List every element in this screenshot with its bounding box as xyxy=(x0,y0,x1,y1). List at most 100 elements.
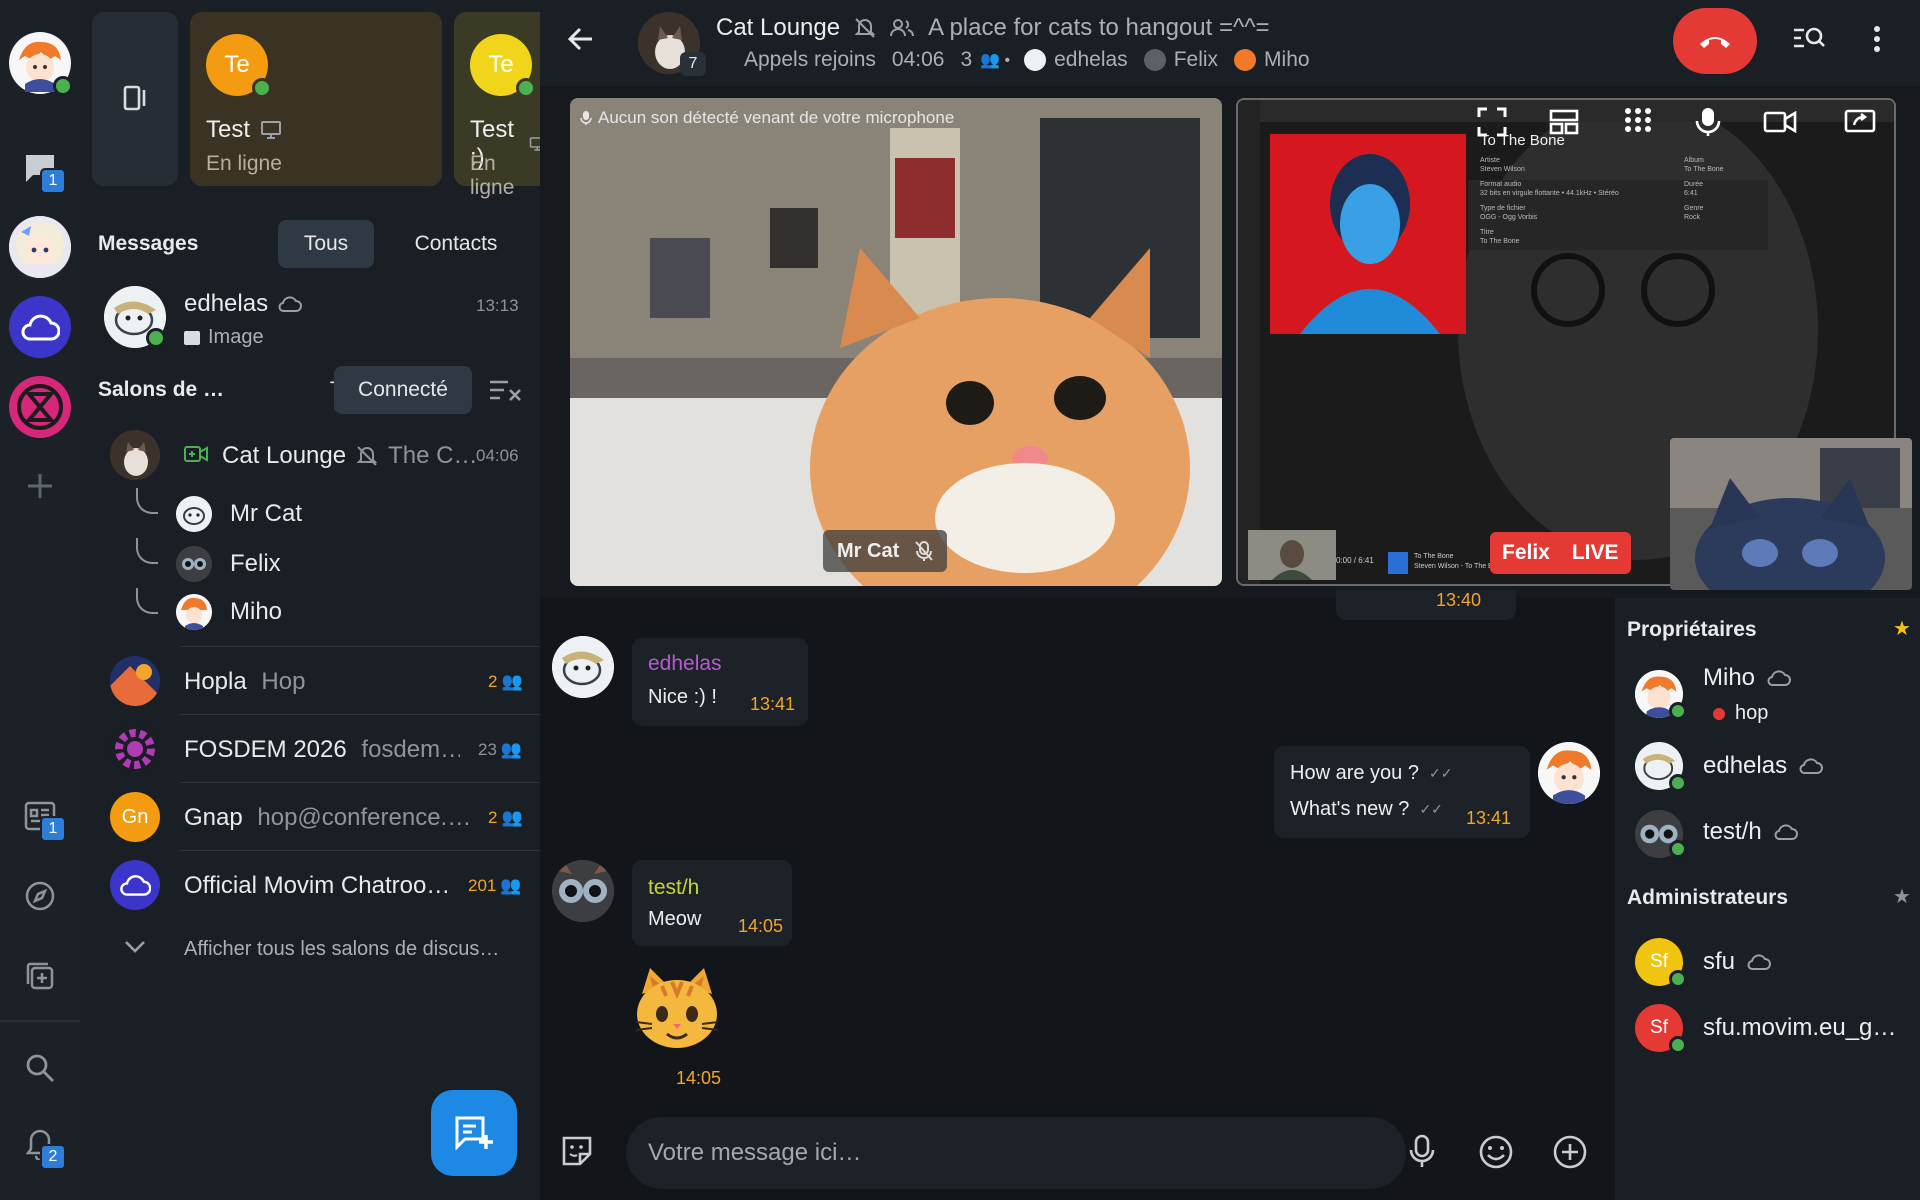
member-name[interactable]: sfu xyxy=(1703,948,1771,976)
call-participant-name[interactable]: Felix xyxy=(1174,48,1218,72)
chat-item-name: edhelas xyxy=(184,290,303,318)
message-bubble[interactable]: test/h Meow 14:05 xyxy=(632,860,792,946)
chats-button[interactable]: 1 xyxy=(18,146,66,194)
call-participant-name[interactable]: edhelas xyxy=(1054,48,1128,72)
dialpad-button[interactable] xyxy=(1616,100,1660,144)
cat-photo-icon xyxy=(110,430,160,480)
cloud-icon xyxy=(1774,824,1798,840)
room-topic: A place for cats to hangout =^^= xyxy=(928,14,1270,41)
messages-filter-contacts[interactable]: Contacts xyxy=(386,220,526,268)
room-item-cat-lounge[interactable]: Cat Lounge The C… 04:06 xyxy=(80,428,540,482)
room-item-fosdem[interactable]: FOSDEM 2026 fosdem… 23 👥 xyxy=(80,722,540,778)
member-name[interactable]: Miho xyxy=(1703,664,1791,692)
live-badge: Felix LIVE xyxy=(1490,532,1631,574)
more-options-button[interactable] xyxy=(1872,24,1882,59)
messages-filter-all[interactable]: Tous xyxy=(278,220,374,268)
publish-button[interactable] xyxy=(18,954,62,998)
room-item-hopla[interactable]: Hopla Hop 2 👥 xyxy=(80,654,540,710)
rooms-filter-toggle[interactable] xyxy=(488,378,522,409)
message-author-avatar[interactable] xyxy=(552,860,614,922)
participant-name[interactable]: Miho xyxy=(230,598,282,626)
message-bubble-own[interactable]: How are you ? ✓✓ What's new ? ✓✓ 13:41 xyxy=(1274,746,1530,838)
online-indicator xyxy=(516,78,536,98)
avatar-initials: Sf xyxy=(1650,1017,1668,1038)
voice-message-button[interactable] xyxy=(1408,1134,1436,1175)
cat-sticker[interactable] xyxy=(632,964,722,1054)
room-name-text: Cat Lounge xyxy=(222,442,347,469)
add-community-button[interactable] xyxy=(18,464,62,508)
screen-share-button[interactable] xyxy=(1838,100,1882,144)
message-text: Nice :) ! xyxy=(648,686,717,708)
call-participant-name[interactable]: Miho xyxy=(1264,48,1310,72)
new-chat-icon xyxy=(455,1116,493,1151)
admins-title: Administrateurs xyxy=(1627,886,1789,909)
contact-card-test[interactable]: Te Test En ligne xyxy=(190,12,442,186)
fullscreen-button[interactable] xyxy=(1470,100,1514,144)
message-time: 14:05 xyxy=(738,916,784,936)
meta-value: To The Bone xyxy=(1480,238,1520,245)
search-in-chat-button[interactable] xyxy=(1792,24,1826,57)
room-name-text: FOSDEM 2026 xyxy=(184,736,347,763)
contact-status: En ligne xyxy=(206,152,282,175)
member-status-text: hop xyxy=(1735,702,1769,724)
sticker-button[interactable] xyxy=(560,1134,594,1173)
news-button[interactable]: 1 xyxy=(18,794,66,842)
gear-icon xyxy=(115,729,155,769)
message-text: What's new ? xyxy=(1290,798,1410,820)
new-conversation-button[interactable] xyxy=(431,1090,517,1176)
participant-thumbnail-cat[interactable] xyxy=(1670,438,1912,590)
notifications-button[interactable]: 2 xyxy=(18,1122,66,1170)
message-input[interactable] xyxy=(648,1117,1348,1189)
search-button[interactable] xyxy=(18,1046,62,1090)
chat-item-edhelas[interactable]: edhelas 13:13 Image xyxy=(80,282,540,356)
hang-up-button[interactable] xyxy=(1673,8,1757,74)
online-indicator xyxy=(1669,970,1687,988)
movim-community[interactable] xyxy=(9,296,71,358)
participant-name[interactable]: Felix xyxy=(230,550,281,578)
message-author[interactable]: edhelas xyxy=(648,652,722,676)
list-search-icon xyxy=(1794,27,1825,48)
meta-label: Genre xyxy=(1684,205,1704,212)
emoji-button[interactable] xyxy=(1478,1134,1514,1175)
room-member-count: 23 👥 xyxy=(478,740,522,760)
show-all-rooms-button[interactable]: Afficher tous les salons de discus… xyxy=(80,928,540,972)
member-name[interactable]: edhelas xyxy=(1703,752,1824,780)
member-name[interactable]: sfu.movim.eu_g… xyxy=(1703,1014,1913,1042)
attach-button[interactable] xyxy=(1552,1134,1588,1175)
user-avatar[interactable] xyxy=(9,32,73,96)
explore-button[interactable] xyxy=(18,874,62,918)
rooms-filter-connected[interactable]: Connecté xyxy=(334,366,472,414)
cloud-icon xyxy=(1747,954,1771,970)
image-icon xyxy=(184,330,200,345)
own-avatar[interactable] xyxy=(1538,742,1600,804)
layout-button[interactable] xyxy=(1542,100,1586,144)
microphone-icon xyxy=(1409,1134,1435,1167)
chat-item-preview: Image xyxy=(184,326,264,349)
participant-avatar xyxy=(1143,49,1166,71)
tree-connector xyxy=(136,538,158,564)
microphone-off-icon xyxy=(915,541,933,561)
presence-toggle-card[interactable] xyxy=(92,12,178,186)
back-button[interactable] xyxy=(566,24,596,59)
camera-button[interactable] xyxy=(1758,100,1802,144)
message-author-avatar[interactable] xyxy=(552,636,614,698)
tree-connector xyxy=(136,588,158,614)
arrow-back-icon xyxy=(567,27,592,51)
video-tile-mr-cat[interactable]: Aucun son détecté venant de votre microp… xyxy=(570,98,1222,586)
player-progress: 0:00 / 6:41 xyxy=(1336,556,1374,565)
extinction-community[interactable] xyxy=(9,376,71,438)
message-author[interactable]: test/h xyxy=(648,876,699,900)
message-bubble[interactable]: edhelas Nice :) ! 13:41 xyxy=(632,638,808,726)
previous-message-bubble: 13:40 xyxy=(1336,590,1516,620)
room-item-gnap[interactable]: Gn Gnap hop@conference.… 2 👥 xyxy=(80,790,540,846)
meta-value: To The Bone xyxy=(1684,166,1724,173)
room-item-movim[interactable]: Official Movim Chatroo… 201 👥 xyxy=(80,858,540,914)
mic-warning: Aucun son détecté venant de votre microp… xyxy=(580,108,954,128)
community-anime-avatar[interactable] xyxy=(9,216,71,278)
participant-name[interactable]: Mr Cat xyxy=(230,500,302,528)
microphone-button[interactable] xyxy=(1686,100,1730,144)
member-name[interactable]: test/h xyxy=(1703,818,1798,846)
message-text: Meow xyxy=(648,908,702,930)
rail-divider xyxy=(0,1020,80,1022)
contact-card-test-smile[interactable]: Te Test :) En ligne xyxy=(454,12,546,199)
